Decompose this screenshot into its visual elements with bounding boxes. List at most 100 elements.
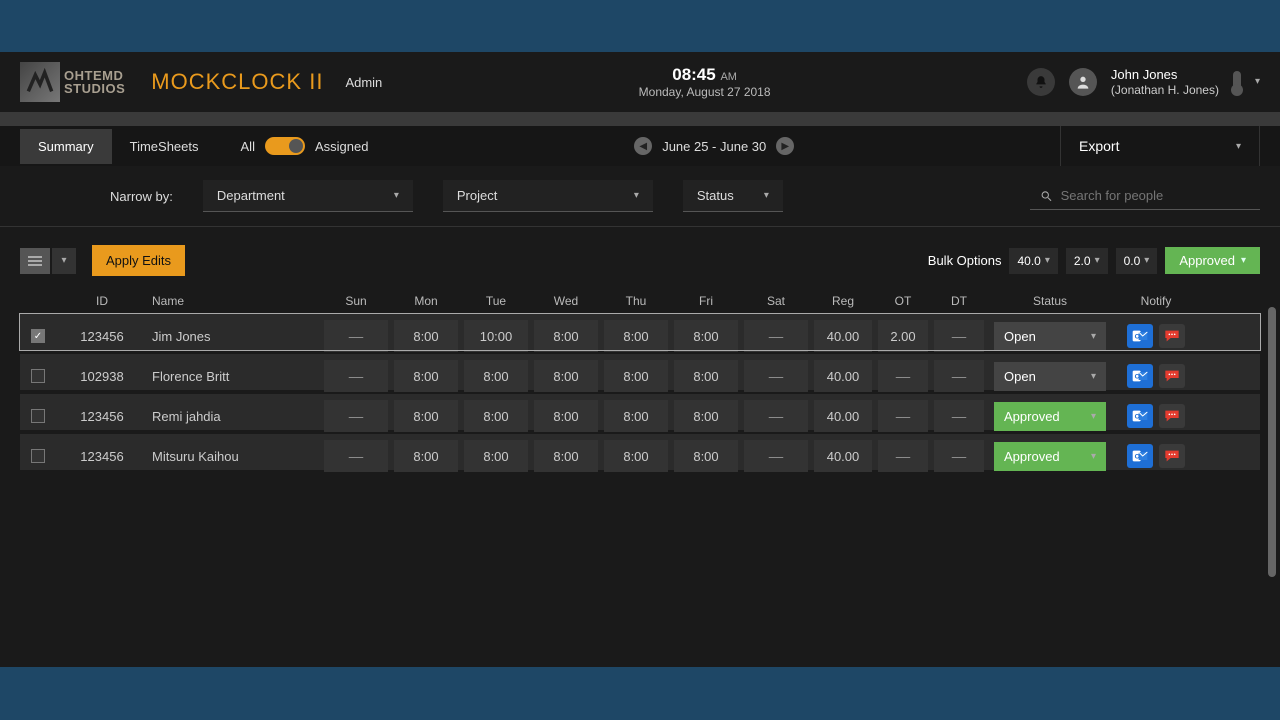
apply-edits-button[interactable]: Apply Edits: [92, 245, 185, 276]
cell-dt[interactable]: ––: [934, 440, 984, 472]
svg-text:O: O: [1135, 454, 1140, 461]
cell-thu[interactable]: 8:00: [604, 440, 668, 472]
cell-sat[interactable]: ––: [744, 320, 808, 352]
cell-ot[interactable]: ––: [878, 400, 928, 432]
cell-thu[interactable]: 8:00: [604, 400, 668, 432]
user-menu-chevron-icon[interactable]: ▾: [1255, 76, 1260, 87]
status-select[interactable]: Approved▾: [994, 402, 1106, 431]
cell-tue[interactable]: 8:00: [464, 360, 528, 392]
tab-timesheets[interactable]: TimeSheets: [112, 129, 217, 164]
chat-icon[interactable]: [1159, 444, 1185, 468]
table-row[interactable]: 102938Florence Britt––8:008:008:008:008:…: [20, 354, 1260, 390]
cell-reg[interactable]: 40.00: [814, 320, 872, 352]
department-select[interactable]: Department▾: [203, 180, 413, 212]
cell-sun[interactable]: ––: [324, 400, 388, 432]
row-checkbox[interactable]: [31, 329, 45, 343]
cell-ot[interactable]: ––: [878, 360, 928, 392]
table-row[interactable]: 123456Mitsuru Kaihou––8:008:008:008:008:…: [20, 434, 1260, 470]
cell-sun[interactable]: ––: [324, 360, 388, 392]
assigned-toggle[interactable]: [265, 137, 305, 155]
cell-dt[interactable]: ––: [934, 400, 984, 432]
export-button[interactable]: Export ▾: [1060, 126, 1260, 166]
outlook-icon[interactable]: O: [1127, 364, 1153, 388]
date-next-button[interactable]: ▶: [776, 137, 794, 155]
chat-icon[interactable]: [1159, 364, 1185, 388]
scrollbar[interactable]: [1268, 307, 1276, 577]
status-select[interactable]: Status▾: [683, 180, 783, 212]
table-row[interactable]: 123456Remi jahdia––8:008:008:008:008:00–…: [20, 394, 1260, 430]
cell-name: Florence Britt: [148, 369, 318, 384]
project-select[interactable]: Project▾: [443, 180, 653, 212]
toggle-label-all: All: [241, 139, 255, 154]
cell-wed[interactable]: 8:00: [534, 360, 598, 392]
cell-tue[interactable]: 10:00: [464, 320, 528, 352]
status-select[interactable]: Open▾: [994, 362, 1106, 391]
cell-reg[interactable]: 40.00: [814, 440, 872, 472]
outlook-icon[interactable]: O: [1127, 324, 1153, 348]
cell-reg[interactable]: 40.00: [814, 400, 872, 432]
bulk-reg-select[interactable]: 40.0▾: [1009, 248, 1057, 274]
table-row[interactable]: 123456Jim Jones––8:0010:008:008:008:00––…: [20, 314, 1260, 350]
col-thu: Thu: [604, 294, 668, 308]
cell-tue[interactable]: 8:00: [464, 440, 528, 472]
cell-ot[interactable]: ––: [878, 440, 928, 472]
cell-id: 123456: [62, 409, 142, 424]
cell-dt[interactable]: ––: [934, 360, 984, 392]
cell-sun[interactable]: ––: [324, 320, 388, 352]
col-ot: OT: [878, 294, 928, 308]
date-prev-button[interactable]: ◀: [634, 137, 652, 155]
cell-wed[interactable]: 8:00: [534, 400, 598, 432]
search-input[interactable]: [1061, 188, 1250, 203]
user-block: John Jones (Jonathan H. Jones) ▾: [1027, 67, 1260, 97]
cell-sat[interactable]: ––: [744, 440, 808, 472]
bulk-dt-select[interactable]: 0.0▾: [1116, 248, 1158, 274]
outlook-icon[interactable]: O: [1127, 444, 1153, 468]
col-mon: Mon: [394, 294, 458, 308]
cell-mon[interactable]: 8:00: [394, 320, 458, 352]
bulk-select-dropdown[interactable]: ▾: [20, 248, 76, 274]
cell-fri[interactable]: 8:00: [674, 400, 738, 432]
row-checkbox[interactable]: [31, 409, 45, 423]
cell-sun[interactable]: ––: [324, 440, 388, 472]
col-tue: Tue: [464, 294, 528, 308]
cell-fri[interactable]: 8:00: [674, 320, 738, 352]
outlook-icon[interactable]: O: [1127, 404, 1153, 428]
bulk-approved-button[interactable]: Approved▾: [1165, 247, 1260, 274]
cell-dt[interactable]: ––: [934, 320, 984, 352]
thermometer-icon[interactable]: [1233, 71, 1241, 93]
cell-wed[interactable]: 8:00: [534, 320, 598, 352]
cell-thu[interactable]: 8:00: [604, 320, 668, 352]
svg-text:O: O: [1135, 374, 1140, 381]
cell-ot[interactable]: 2.00: [878, 320, 928, 352]
user-name: John Jones: [1111, 67, 1219, 83]
bulk-ot-select[interactable]: 2.0▾: [1066, 248, 1108, 274]
search-box[interactable]: [1030, 182, 1260, 210]
status-select[interactable]: Approved▾: [994, 442, 1106, 471]
status-select-label: Status: [697, 188, 734, 203]
row-checkbox[interactable]: [31, 449, 45, 463]
chat-icon[interactable]: [1159, 404, 1185, 428]
cell-fri[interactable]: 8:00: [674, 360, 738, 392]
cell-mon[interactable]: 8:00: [394, 440, 458, 472]
cell-fri[interactable]: 8:00: [674, 440, 738, 472]
row-checkbox[interactable]: [31, 369, 45, 383]
cell-sat[interactable]: ––: [744, 400, 808, 432]
cell-tue[interactable]: 8:00: [464, 400, 528, 432]
avatar-icon[interactable]: [1069, 68, 1097, 96]
cell-thu[interactable]: 8:00: [604, 360, 668, 392]
bell-icon[interactable]: [1027, 68, 1055, 96]
tab-summary[interactable]: Summary: [20, 129, 112, 164]
department-select-label: Department: [217, 188, 285, 203]
narrow-label: Narrow by:: [110, 189, 173, 204]
cell-sat[interactable]: ––: [744, 360, 808, 392]
user-full: (Jonathan H. Jones): [1111, 83, 1219, 97]
bulk-options-label: Bulk Options: [928, 253, 1002, 268]
cell-mon[interactable]: 8:00: [394, 400, 458, 432]
cell-wed[interactable]: 8:00: [534, 440, 598, 472]
cell-reg[interactable]: 40.00: [814, 360, 872, 392]
top-bar: OHTEMD STUDIOS MOCKCLOCK II Admin 08:45 …: [0, 52, 1280, 112]
cell-mon[interactable]: 8:00: [394, 360, 458, 392]
status-select[interactable]: Open▾: [994, 322, 1106, 351]
chat-icon[interactable]: [1159, 324, 1185, 348]
logo-block: OHTEMD STUDIOS: [20, 62, 125, 102]
